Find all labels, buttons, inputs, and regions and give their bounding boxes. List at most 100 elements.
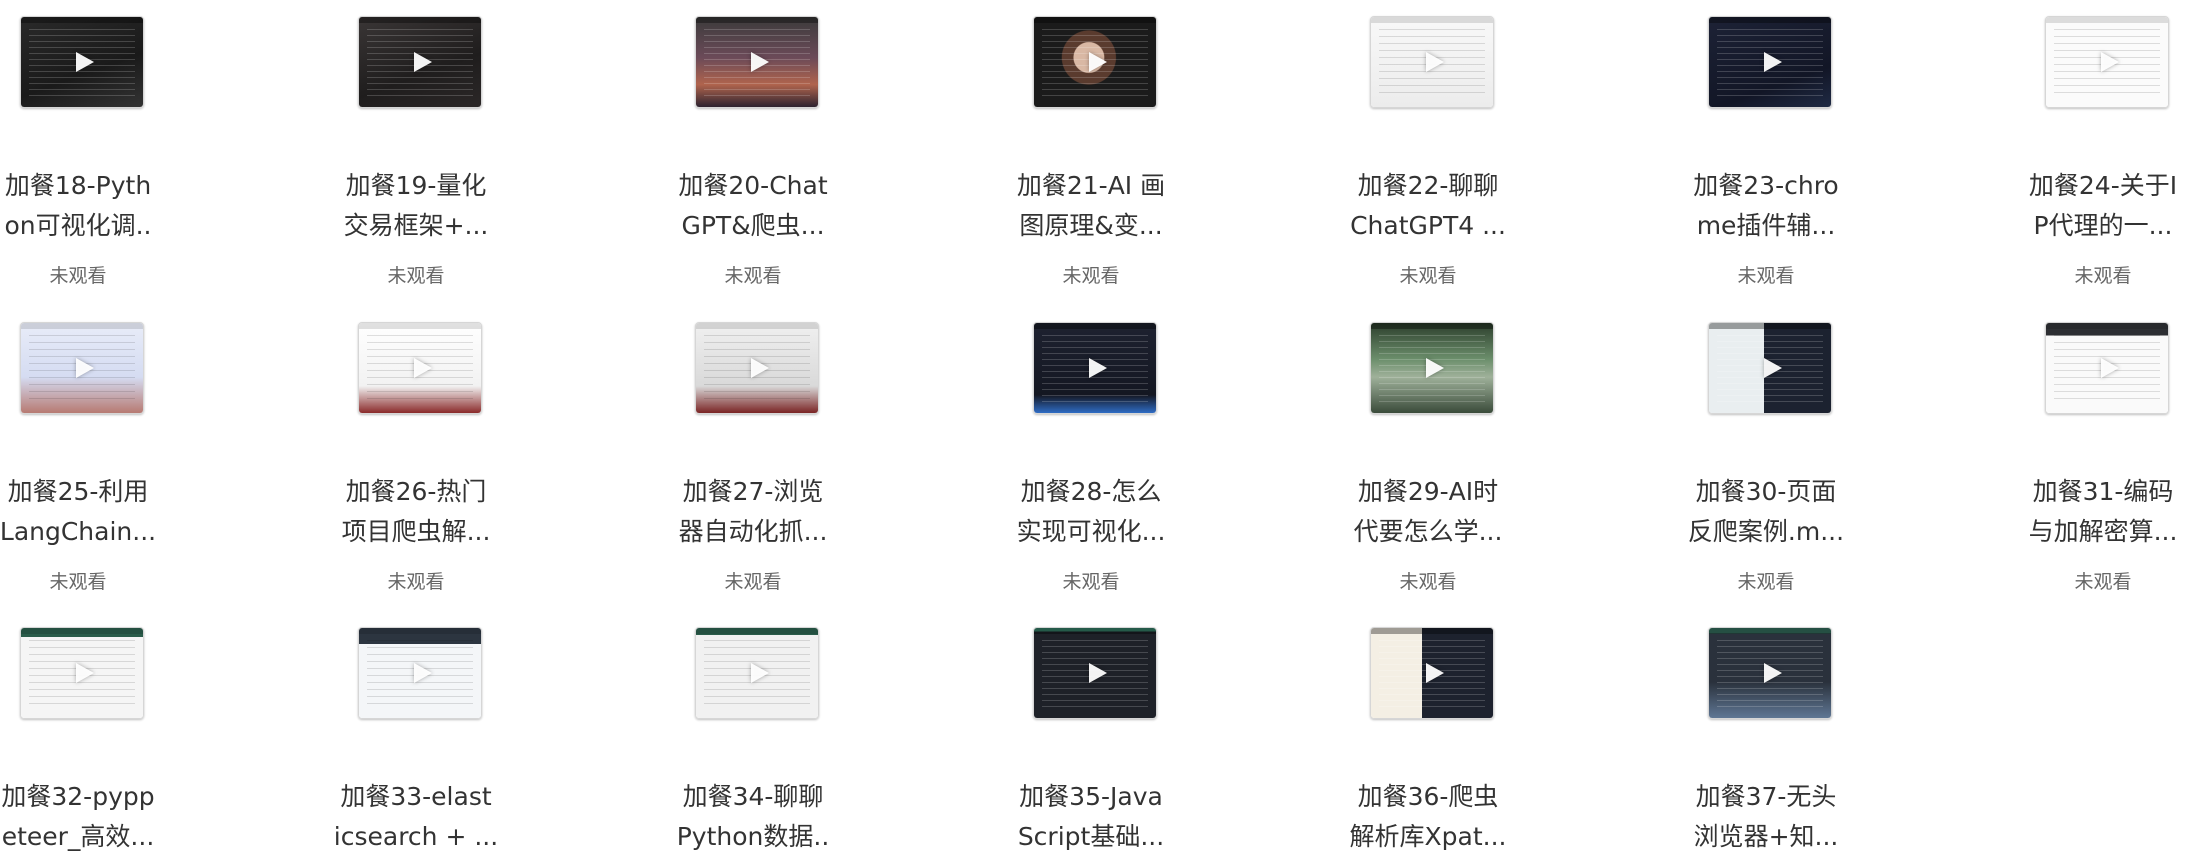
thumbnail-window-bar: [21, 17, 143, 23]
video-title[interactable]: 加餐31-编码 与加解密算...: [1983, 472, 2202, 552]
video-title-line: P代理的一...: [2033, 211, 2173, 240]
video-title-line: 加餐34-聊聊: [682, 782, 824, 811]
play-icon[interactable]: [1426, 52, 1444, 72]
play-icon[interactable]: [1426, 663, 1444, 683]
play-icon[interactable]: [414, 358, 432, 378]
video-title[interactable]: 加餐26-热门 项目爬虫解...: [296, 472, 536, 552]
video-title-line: 交易框架+...: [343, 211, 489, 240]
video-title-line: Python数据..: [676, 822, 830, 851]
video-thumbnail[interactable]: [695, 16, 819, 108]
thumbnail-window-bar: [21, 628, 143, 634]
video-title[interactable]: 加餐36-爬虫 解析库Xpat...: [1308, 777, 1548, 857]
play-icon[interactable]: [414, 52, 432, 72]
video-thumbnail[interactable]: [695, 322, 819, 414]
video-title-line: 加餐32-pypp: [1, 782, 155, 811]
video-thumbnail[interactable]: [1370, 627, 1494, 719]
video-title-line: 图原理&变...: [1019, 211, 1163, 240]
video-thumbnail[interactable]: [1033, 627, 1157, 719]
video-title-line: 加餐29-AI时: [1357, 477, 1499, 506]
video-title-line: Script基础...: [1017, 822, 1165, 851]
play-icon[interactable]: [76, 52, 94, 72]
video-title[interactable]: 加餐19-量化 交易框架+...: [296, 166, 536, 246]
video-thumbnail[interactable]: [1708, 16, 1832, 108]
video-title-line: 加餐25-利用: [7, 477, 149, 506]
video-title[interactable]: 加餐33-elast icsearch + ...: [296, 777, 536, 857]
video-title-line: on可视化调..: [4, 211, 152, 240]
play-icon[interactable]: [1764, 358, 1782, 378]
video-thumbnail[interactable]: [1370, 16, 1494, 108]
watch-status: 未观看: [724, 571, 782, 593]
thumbnail-window-bar: [2046, 323, 2168, 329]
video-title-line: me插件辅...: [1696, 211, 1836, 240]
thumbnail-window-bar: [1034, 323, 1156, 329]
watch-status: 未观看: [1399, 265, 1457, 287]
play-icon[interactable]: [76, 358, 94, 378]
video-thumbnail[interactable]: [1708, 627, 1832, 719]
video-title[interactable]: 加餐34-聊聊 Python数据..: [633, 777, 873, 857]
video-title[interactable]: 加餐18-Pyth on可视化调..: [0, 166, 198, 246]
video-thumbnail[interactable]: [2045, 16, 2169, 108]
video-title[interactable]: 加餐23-chro me插件辅...: [1646, 166, 1886, 246]
play-icon[interactable]: [751, 52, 769, 72]
watch-status: 未观看: [1737, 571, 1795, 593]
video-title-line: 加餐37-无头: [1695, 782, 1837, 811]
video-title-line: 加餐36-爬虫: [1357, 782, 1499, 811]
video-title[interactable]: 加餐27-浏览 器自动化抓...: [633, 472, 873, 552]
video-thumbnail[interactable]: [358, 16, 482, 108]
thumbnail-window-bar: [359, 323, 481, 329]
thumbnail-window-bar: [359, 628, 481, 634]
play-icon[interactable]: [2101, 358, 2119, 378]
play-icon[interactable]: [76, 663, 94, 683]
video-title[interactable]: 加餐21-AI 画图原理&变...: [971, 166, 1211, 246]
play-icon[interactable]: [751, 358, 769, 378]
video-thumbnail[interactable]: [2045, 322, 2169, 414]
video-title-line: eteer_高效...: [1, 822, 155, 851]
video-title[interactable]: 加餐28-怎么 实现可视化...: [971, 472, 1211, 552]
play-icon[interactable]: [1089, 52, 1107, 72]
video-title-line: 与加解密算...: [2028, 517, 2178, 546]
video-thumbnail[interactable]: [1370, 322, 1494, 414]
play-icon[interactable]: [1089, 663, 1107, 683]
video-thumbnail[interactable]: [358, 627, 482, 719]
video-thumbnail[interactable]: [695, 627, 819, 719]
thumbnail-window-bar: [1709, 17, 1831, 23]
video-title[interactable]: 加餐29-AI时 代要怎么学...: [1308, 472, 1548, 552]
video-title-line: 代要怎么学...: [1353, 517, 1503, 546]
video-title[interactable]: 加餐37-无头 浏览器+知...: [1646, 777, 1886, 857]
video-title[interactable]: 加餐35-Java Script基础...: [971, 777, 1211, 857]
watch-status: 未观看: [2074, 571, 2132, 593]
thumbnail-window-bar: [1371, 323, 1493, 329]
video-thumbnail[interactable]: [20, 627, 144, 719]
video-title-line: LangChain...: [0, 517, 157, 546]
video-title-line: 加餐21-AI 画: [1016, 171, 1166, 200]
play-icon[interactable]: [2101, 52, 2119, 72]
video-thumbnail[interactable]: [1708, 322, 1832, 414]
video-title-line: 加餐26-热门: [345, 477, 487, 506]
thumbnail-window-bar: [1034, 17, 1156, 23]
video-title-line: GPT&爬虫...: [681, 211, 825, 240]
video-thumbnail[interactable]: [1033, 16, 1157, 108]
thumbnail-window-bar: [1371, 628, 1493, 634]
thumbnail-window-bar: [696, 17, 818, 23]
play-icon[interactable]: [1764, 663, 1782, 683]
video-thumbnail[interactable]: [20, 322, 144, 414]
video-title[interactable]: 加餐30-页面 反爬案例.m...: [1646, 472, 1886, 552]
video-thumbnail[interactable]: [20, 16, 144, 108]
video-title[interactable]: 加餐32-pypp eteer_高效...: [0, 777, 198, 857]
play-icon[interactable]: [414, 663, 432, 683]
video-title[interactable]: 加餐22-聊聊 ChatGPT4 ...: [1308, 166, 1548, 246]
video-title-line: 加餐30-页面: [1695, 477, 1837, 506]
play-icon[interactable]: [1764, 52, 1782, 72]
play-icon[interactable]: [1089, 358, 1107, 378]
play-icon[interactable]: [1426, 358, 1444, 378]
video-title-line: 器自动化抓...: [678, 517, 828, 546]
watch-status: 未观看: [2074, 265, 2132, 287]
video-title[interactable]: 加餐24-关于I P代理的一...: [1983, 166, 2202, 246]
video-title-line: 加餐24-关于I: [2028, 171, 2178, 200]
video-thumbnail[interactable]: [1033, 322, 1157, 414]
video-title-line: icsearch + ...: [333, 822, 499, 851]
video-thumbnail[interactable]: [358, 322, 482, 414]
play-icon[interactable]: [751, 663, 769, 683]
video-title[interactable]: 加餐20-Chat GPT&爬虫...: [633, 166, 873, 246]
video-title[interactable]: 加餐25-利用 LangChain...: [0, 472, 198, 552]
